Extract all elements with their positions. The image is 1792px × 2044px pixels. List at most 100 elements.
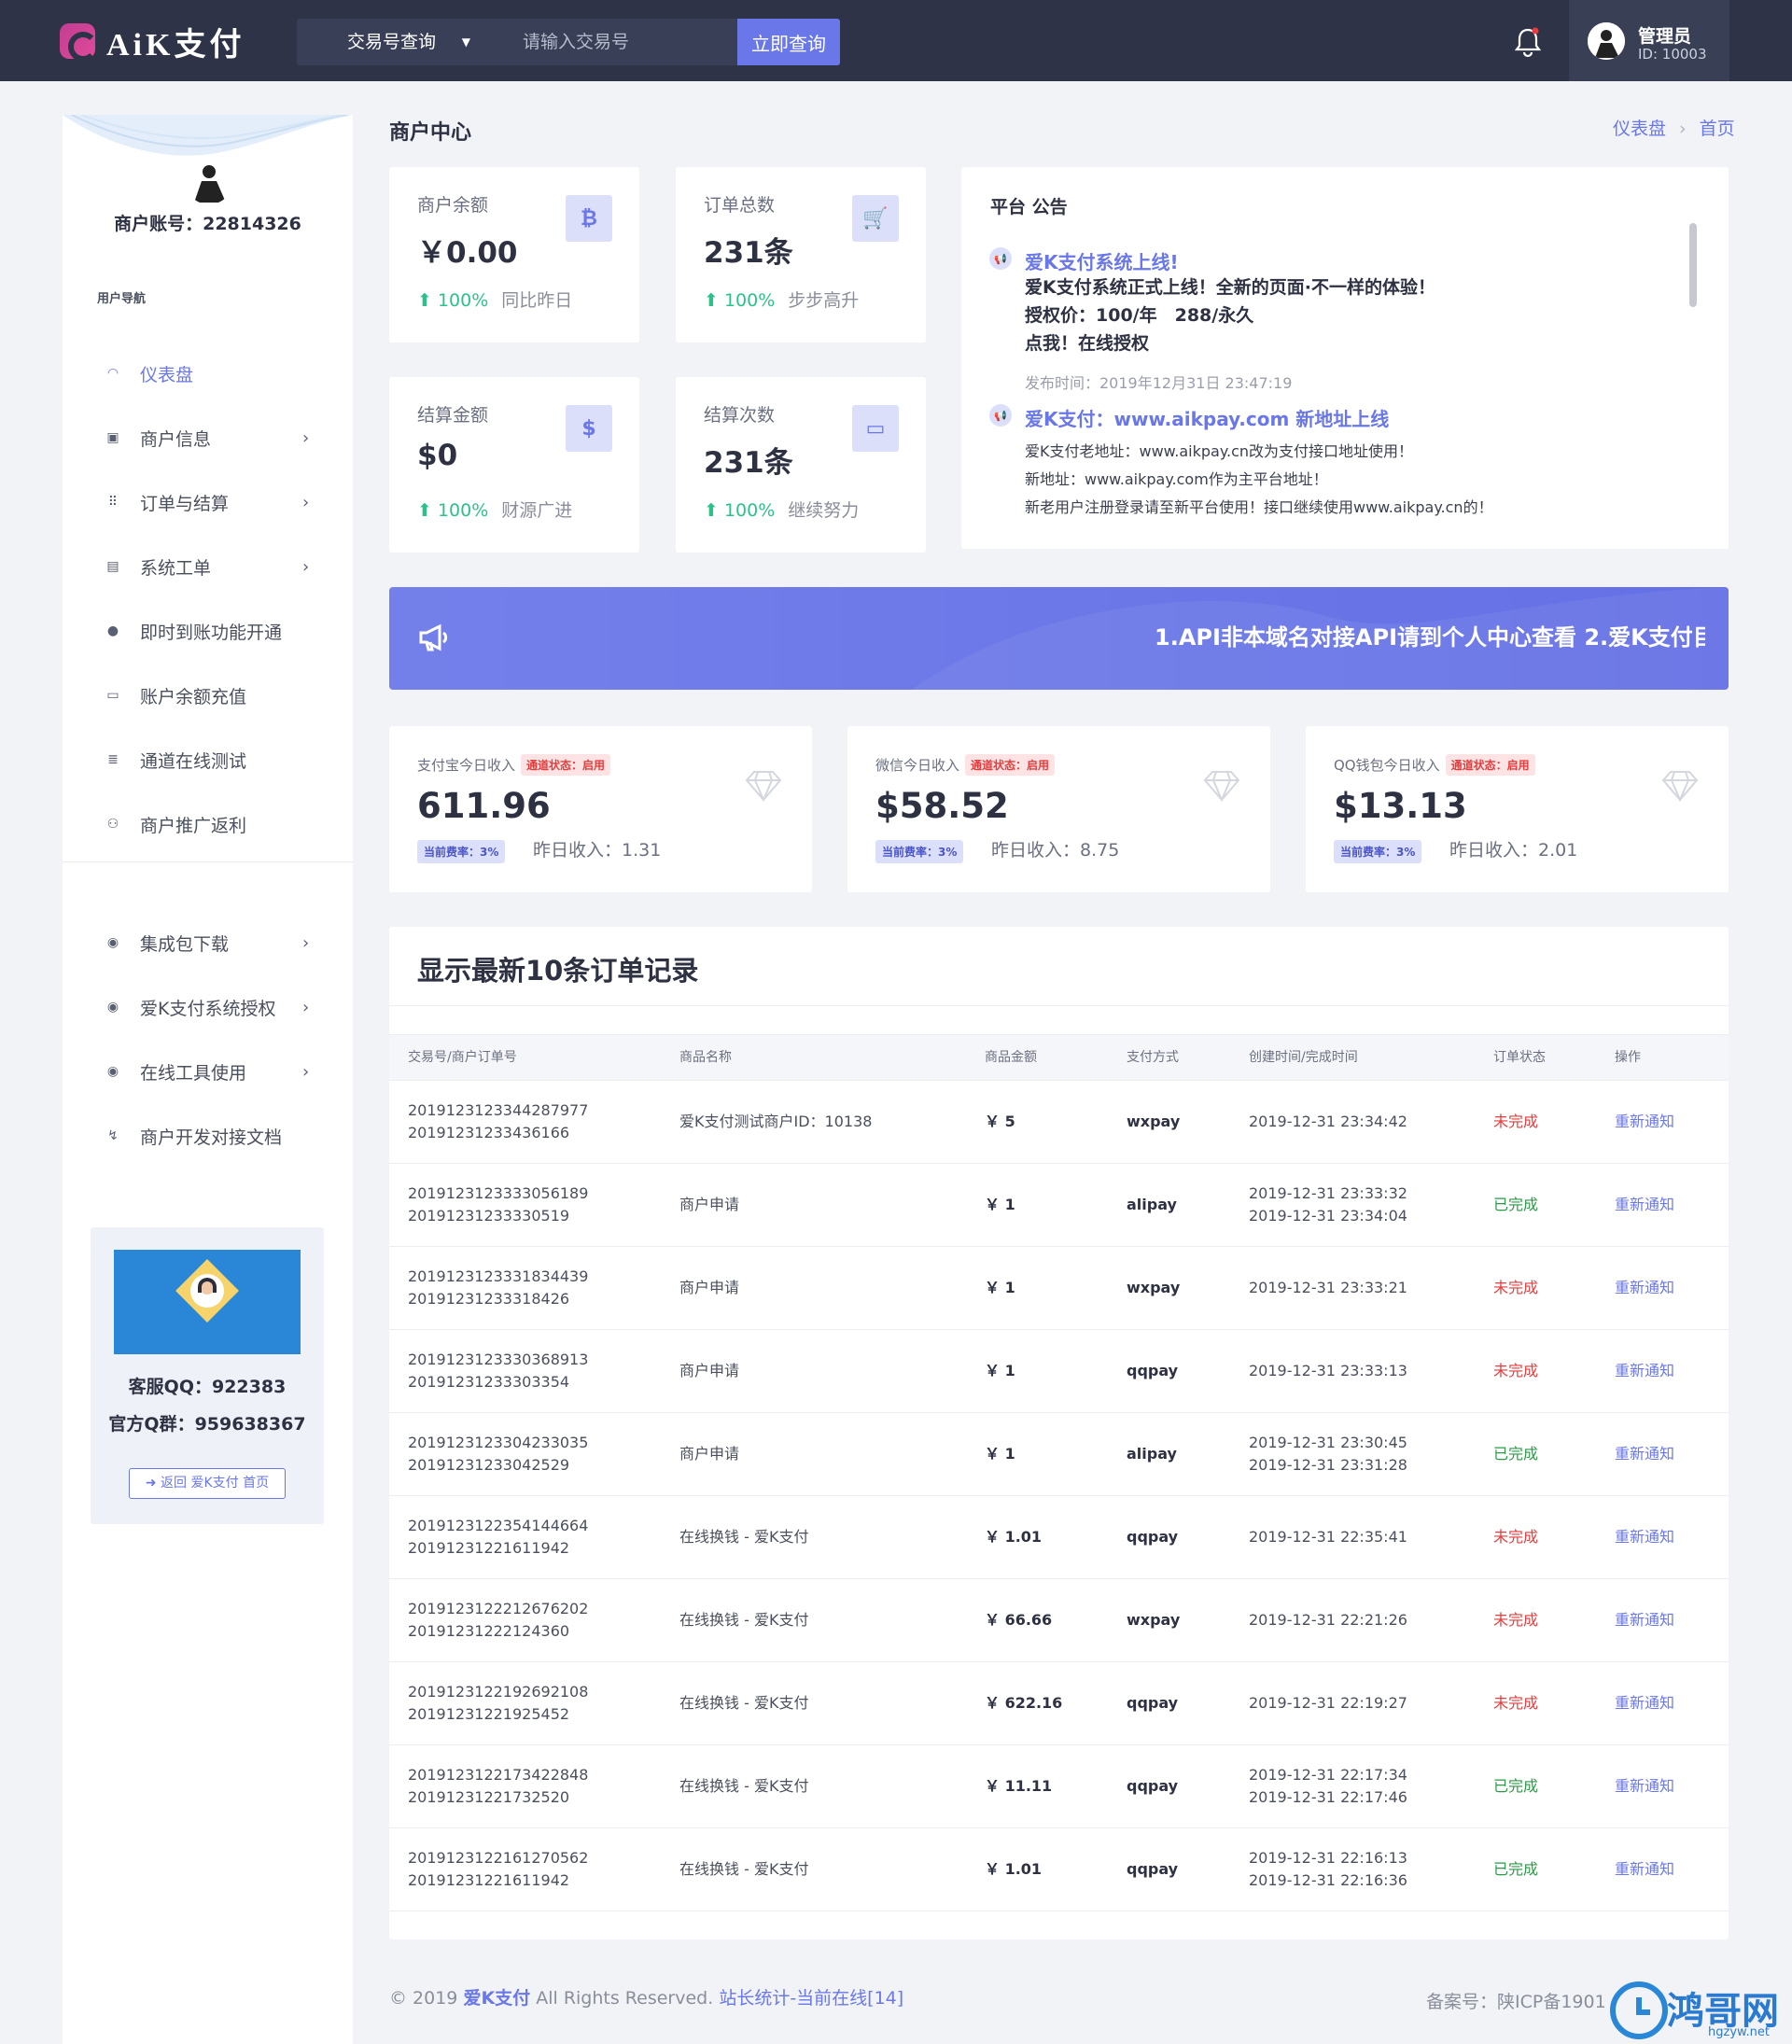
- arrow-up-icon: ⬆: [417, 500, 438, 521]
- pay-method: qqpay: [1127, 1777, 1179, 1795]
- diamond-icon: [1660, 769, 1700, 803]
- trade-number-cell: 2019123122161270562 20191231221611942: [408, 1828, 588, 1911]
- watermark-sub: hgzyw.net: [1708, 2025, 1770, 2039]
- check-circle-icon: ●: [106, 623, 119, 638]
- renotify-link[interactable]: 重新通知: [1615, 1745, 1674, 1827]
- sidebar-item-label: 在线工具使用: [140, 1062, 247, 1084]
- breadcrumb-dashboard[interactable]: 仪表盘: [1613, 119, 1666, 139]
- trade-number-cell: 2019123123344287977 20191231233436166: [408, 1081, 588, 1163]
- amount: ￥ 1.01: [985, 1860, 1043, 1878]
- sidebar-item[interactable]: ≣ 通道在线测试: [63, 735, 353, 784]
- order-status: 已完成: [1493, 1860, 1539, 1878]
- pay-method: alipay: [1127, 1196, 1177, 1213]
- notice-item-title[interactable]: 爱K支付系统上线!: [1025, 247, 1179, 274]
- breadcrumb: 仪表盘 › 首页: [1613, 115, 1735, 140]
- sidebar-item[interactable]: ◉ 在线工具使用 ›: [63, 1047, 353, 1096]
- stat-trend: ⬆ 100% 财源广进: [417, 497, 572, 522]
- trade-number: 2019123122161270562: [408, 1849, 589, 1867]
- support-panel: 客服QQ：922383 官方Q群：959638367 ➜ 返回 爱K支付 首页: [91, 1227, 324, 1524]
- arrow-up-icon: ⬆: [704, 290, 724, 311]
- sidebar-item-label: 商户开发对接文档: [140, 1127, 283, 1148]
- notice-line: 爱K支付老地址：www.aikpay.cn改为支付接口地址使用！: [1025, 442, 1414, 460]
- renotify-link[interactable]: 重新通知: [1615, 1164, 1674, 1246]
- diamond-icon: [744, 769, 783, 803]
- renotify-link[interactable]: 重新通知: [1615, 1579, 1674, 1661]
- footer-icp[interactable]: 备案号：陕ICP备1901: [1426, 1988, 1613, 2013]
- amount: ￥ 5: [985, 1113, 1015, 1130]
- column-header: 操作: [1615, 1050, 1641, 1065]
- trend-value: 100%: [437, 290, 489, 311]
- sidebar-item[interactable]: ⚇ 商户推广返利: [63, 800, 353, 848]
- user-menu[interactable]: 管理员 ID: 10003: [1569, 0, 1729, 81]
- sidebar-item-label: 通道在线测试: [140, 750, 247, 772]
- renotify-link[interactable]: 重新通知: [1615, 1247, 1674, 1329]
- renotify-link[interactable]: 重新通知: [1615, 1828, 1674, 1911]
- trade-number: 2019123123344287977: [408, 1101, 589, 1119]
- notice-line[interactable]: 点我！在线授权: [1025, 329, 1149, 357]
- sidebar-item[interactable]: ● 即时到账功能开通: [63, 607, 353, 655]
- trade-number-cell: 2019123122354144664 20191231221611942: [408, 1496, 588, 1578]
- product-name: 商户申请: [679, 1362, 740, 1379]
- rate-badge: 当前费率：3%: [417, 840, 506, 863]
- notice-time: 发布时间：2019年12月31日 23:47:19: [1025, 374, 1293, 392]
- income-card: 微信今日收入 通道状态：启用 $58.52 当前费率：3% 昨日收入：8.75: [847, 726, 1270, 892]
- footer-stats-link[interactable]: 站长统计-当前在线[14]: [719, 1988, 903, 2009]
- sidebar-item[interactable]: ◠ 仪表盘: [63, 349, 353, 398]
- trade-number: 2019123122173422848: [408, 1766, 589, 1784]
- bell-icon[interactable]: [1512, 24, 1544, 60]
- order-number: 20191231233303354: [408, 1373, 570, 1391]
- column-header: 支付方式: [1127, 1050, 1179, 1065]
- id-card-icon: ▣: [106, 430, 119, 445]
- logo[interactable]: AiK支付: [60, 21, 245, 63]
- renotify-link[interactable]: 重新通知: [1615, 1662, 1674, 1744]
- renotify-link[interactable]: 重新通知: [1615, 1496, 1674, 1578]
- renotify-link[interactable]: 重新通知: [1615, 1081, 1674, 1163]
- completed-time: 2019-12-31 23:34:04: [1249, 1207, 1407, 1225]
- footer-rights: All Rights Reserved.: [536, 1988, 714, 2009]
- stat-label: 商户余额: [417, 195, 489, 216]
- amount: ￥ 1: [985, 1445, 1015, 1463]
- arrow-up-icon: ⬆: [417, 290, 438, 311]
- search-button[interactable]: 立即查询: [737, 19, 840, 65]
- sidebar-item[interactable]: ⠿ 订单与结算 ›: [63, 478, 353, 526]
- sidebar-item[interactable]: ↯ 商户开发对接文档: [63, 1112, 353, 1160]
- footer-brand-link[interactable]: 爱K支付: [463, 1988, 530, 2009]
- notice-scrollbar[interactable]: [1689, 223, 1697, 307]
- time-cell: 2019-12-31 22:19:27: [1249, 1662, 1407, 1744]
- stat-trend: ⬆ 100% 步步高升: [704, 287, 859, 312]
- back-home-button[interactable]: ➜ 返回 爱K支付 首页: [129, 1468, 286, 1499]
- created-time: 2019-12-31 23:30:45: [1249, 1434, 1407, 1451]
- search-type-select[interactable]: 交易号查询 ▼: [297, 19, 480, 65]
- sidebar-item[interactable]: ▤ 系统工单 ›: [63, 542, 353, 591]
- chevron-right-icon: ›: [302, 492, 310, 512]
- product-name: 在线换钱 - 爱K支付: [679, 1611, 809, 1629]
- pay-method: qqpay: [1127, 1694, 1179, 1712]
- income-card: 支付宝今日收入 通道状态：启用 611.96 当前费率：3% 昨日收入：1.31: [389, 726, 812, 892]
- sidebar-item-label: 即时到账功能开通: [140, 622, 283, 643]
- trade-number-cell: 2019123123331834439 20191231233318426: [408, 1247, 588, 1329]
- notice-item-title[interactable]: 爱K支付：www.aikpay.com 新地址上线: [1025, 404, 1389, 431]
- amount: ￥ 11.11: [985, 1777, 1053, 1795]
- product-name: 在线换钱 - 爱K支付: [679, 1528, 809, 1546]
- renotify-link[interactable]: 重新通知: [1615, 1413, 1674, 1495]
- diamond-icon: [1202, 769, 1241, 803]
- sidebar-item[interactable]: ◉ 爱K支付系统授权 ›: [63, 983, 353, 1031]
- renotify-link[interactable]: 重新通知: [1615, 1330, 1674, 1412]
- created-time: 2019-12-31 23:33:21: [1249, 1279, 1407, 1296]
- search-input[interactable]: [480, 19, 737, 65]
- trend-value: 100%: [437, 500, 489, 521]
- doc-icon: ↯: [107, 1128, 119, 1143]
- order-number: 20191231233318426: [408, 1290, 570, 1308]
- footer-copyright: © 2019: [389, 1988, 458, 2009]
- breadcrumb-home[interactable]: 首页: [1700, 119, 1735, 139]
- user-name: 管理员: [1638, 26, 1692, 47]
- trend-note: 同比昨日: [501, 290, 573, 311]
- merchant-avatar: [185, 156, 233, 204]
- sidebar-item[interactable]: ◉ 集成包下载 ›: [63, 918, 353, 967]
- table-row: 2019123123304233035 20191231233042529 商户申请…: [389, 1413, 1729, 1496]
- sidebar-item[interactable]: ▭ 账户余额充值: [63, 671, 353, 720]
- table-row: 2019123122161270562 20191231221611942 在线换钱…: [389, 1828, 1729, 1911]
- gauge-icon: ◠: [106, 366, 119, 381]
- sidebar-item[interactable]: ▣ 商户信息 ›: [63, 413, 353, 462]
- circle-dot-icon: ◉: [106, 935, 119, 950]
